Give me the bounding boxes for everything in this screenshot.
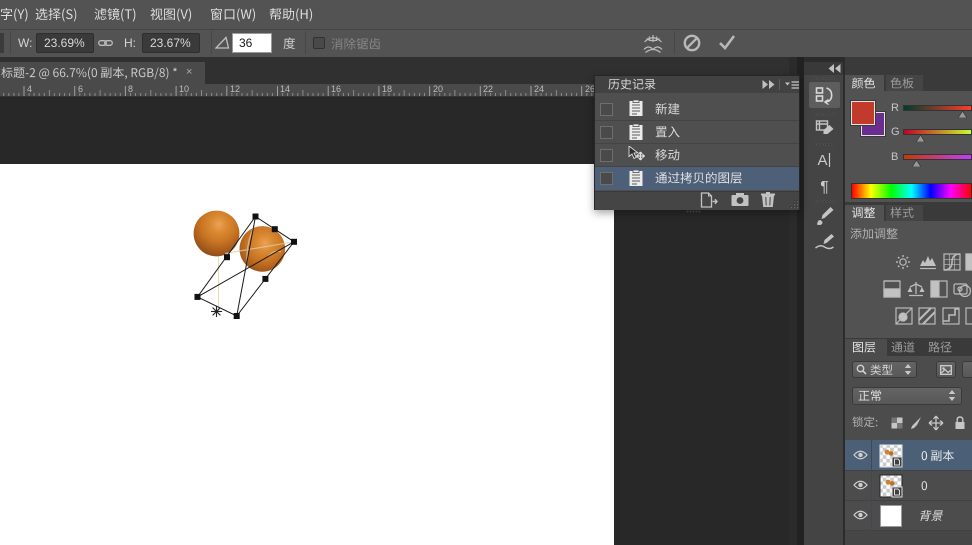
svg-text:¶: ¶ (820, 179, 829, 196)
svg-text:A: A (817, 152, 827, 169)
